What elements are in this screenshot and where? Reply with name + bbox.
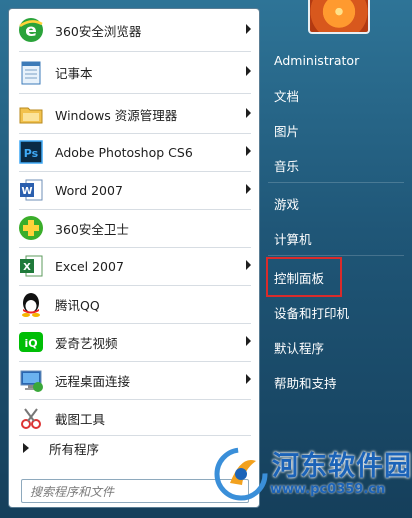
right-item-label: 计算机 xyxy=(274,231,312,247)
divider xyxy=(19,133,251,134)
highlight-box xyxy=(266,257,342,297)
program-item-360-browser[interactable]: e 360安全浏览器 xyxy=(13,13,257,47)
all-programs-label: 所有程序 xyxy=(49,441,100,457)
program-list-panel: e 360安全浏览器 记事本 Windows 资源管理器 Ps Adobe Ph… xyxy=(8,8,260,508)
folder-explorer-icon xyxy=(15,98,47,130)
program-item-qq[interactable]: 腾讯QQ xyxy=(13,287,257,321)
triangle-right-icon xyxy=(23,443,29,453)
program-item-explorer[interactable]: Windows 资源管理器 xyxy=(13,97,257,131)
start-menu: e 360安全浏览器 记事本 Windows 资源管理器 Ps Adobe Ph… xyxy=(0,0,412,518)
right-item-default-programs[interactable]: 默认程序 xyxy=(272,333,402,361)
right-item-label: 游戏 xyxy=(274,196,300,212)
chevron-right-icon[interactable] xyxy=(246,66,251,76)
right-item-label: 默认程序 xyxy=(274,340,325,356)
chevron-right-icon[interactable] xyxy=(246,374,251,384)
program-item-snipping-tool[interactable]: 截图工具 xyxy=(13,401,257,435)
chevron-right-icon[interactable] xyxy=(246,260,251,270)
svg-text:X: X xyxy=(23,262,31,273)
remote-desktop-icon xyxy=(15,364,47,396)
program-label: 360安全浏览器 xyxy=(55,23,142,39)
divider xyxy=(19,171,251,172)
chevron-right-icon[interactable] xyxy=(246,184,251,194)
watermark-title: 河东软件园 xyxy=(272,451,412,482)
right-item-administrator[interactable]: Administrator xyxy=(272,46,402,74)
right-item-computer[interactable]: 计算机 xyxy=(272,224,402,252)
chevron-right-icon[interactable] xyxy=(246,146,251,156)
divider xyxy=(268,255,404,256)
chevron-right-icon[interactable] xyxy=(246,108,251,118)
divider xyxy=(19,399,251,400)
program-label: Adobe Photoshop CS6 xyxy=(55,144,193,160)
program-label: 记事本 xyxy=(55,65,93,81)
right-item-label: 帮助和支持 xyxy=(274,375,337,391)
program-item-word[interactable]: W Word 2007 xyxy=(13,173,257,207)
program-item-excel[interactable]: X Excel 2007 xyxy=(13,249,257,283)
chevron-right-icon[interactable] xyxy=(246,336,251,346)
iqiyi-icon: iQ xyxy=(15,326,47,358)
right-item-help-support[interactable]: 帮助和支持 xyxy=(272,368,402,396)
svg-text:e: e xyxy=(25,21,37,41)
program-item-notepad[interactable]: 记事本 xyxy=(13,55,257,89)
divider xyxy=(19,247,251,248)
right-item-documents[interactable]: 文档 xyxy=(272,81,402,109)
word-icon: W xyxy=(15,174,47,206)
divider xyxy=(19,361,251,362)
360-browser-icon: e xyxy=(15,14,47,46)
snipping-tool-icon xyxy=(15,402,47,434)
program-label: 爱奇艺视频 xyxy=(55,335,118,351)
program-item-360-guard[interactable]: 360安全卫士 xyxy=(13,211,257,245)
program-label: Word 2007 xyxy=(55,182,123,198)
right-item-games[interactable]: 游戏 xyxy=(272,189,402,217)
divider xyxy=(19,209,251,210)
divider xyxy=(268,182,404,183)
360-guard-icon xyxy=(15,212,47,244)
svg-text:Ps: Ps xyxy=(24,147,39,160)
program-item-remote-desktop[interactable]: 远程桌面连接 xyxy=(13,363,257,397)
program-label: 远程桌面连接 xyxy=(55,373,131,389)
qq-icon xyxy=(15,288,47,320)
divider xyxy=(19,285,251,286)
divider xyxy=(19,435,251,436)
svg-text:iQ: iQ xyxy=(24,337,37,350)
search-input[interactable] xyxy=(28,481,222,503)
right-item-label: Administrator xyxy=(274,52,360,68)
right-item-label: 音乐 xyxy=(274,158,300,174)
divider xyxy=(19,93,251,94)
excel-icon: X xyxy=(15,250,47,282)
program-label: Excel 2007 xyxy=(55,258,124,274)
watermark: 河东软件园 www.pc0359.cn xyxy=(212,438,412,510)
program-label: 360安全卫士 xyxy=(55,221,129,237)
right-item-label: 文档 xyxy=(274,88,300,104)
divider xyxy=(19,51,251,52)
program-item-iqiyi[interactable]: iQ 爱奇艺视频 xyxy=(13,325,257,359)
watermark-logo-icon xyxy=(212,445,270,503)
right-item-pictures[interactable]: 图片 xyxy=(272,116,402,144)
notepad-icon xyxy=(15,56,47,88)
right-item-devices-printers[interactable]: 设备和打印机 xyxy=(272,298,402,326)
right-item-label: 设备和打印机 xyxy=(274,305,350,321)
chevron-right-icon[interactable] xyxy=(246,24,251,34)
svg-text:W: W xyxy=(21,186,32,197)
program-label: 腾讯QQ xyxy=(55,297,100,313)
program-item-photoshop[interactable]: Ps Adobe Photoshop CS6 xyxy=(13,135,257,169)
divider xyxy=(19,323,251,324)
photoshop-icon: Ps xyxy=(15,136,47,168)
right-item-label: 图片 xyxy=(274,123,300,139)
program-label: Windows 资源管理器 xyxy=(55,107,178,123)
watermark-url: www.pc0359.cn xyxy=(270,482,386,497)
program-label: 截图工具 xyxy=(55,411,106,427)
right-item-music[interactable]: 音乐 xyxy=(272,151,402,179)
user-avatar[interactable] xyxy=(308,0,370,34)
